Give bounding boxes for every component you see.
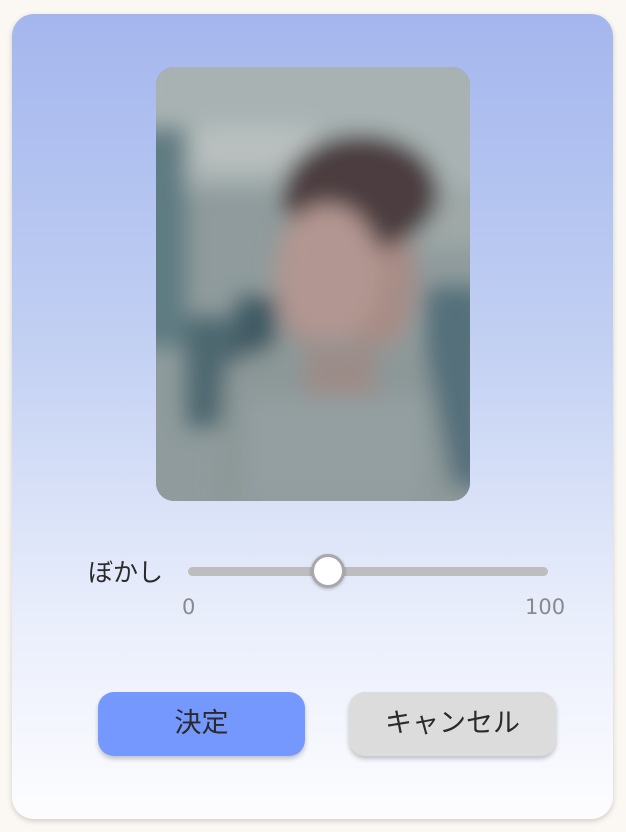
blurred-photo-preview (156, 67, 470, 501)
cancel-button[interactable]: キャンセル (349, 692, 556, 756)
slider-max-label: 100 (525, 595, 566, 619)
slider-track[interactable] (188, 567, 548, 576)
slider-min-label: 0 (182, 595, 196, 619)
slider-thumb[interactable] (311, 554, 346, 588)
blur-slider[interactable] (188, 554, 550, 590)
confirm-button[interactable]: 決定 (98, 692, 305, 756)
blur-slider-label: ぼかし (88, 558, 164, 587)
blur-dialog: ぼかし 0 100 決定 キャンセル (12, 14, 613, 819)
